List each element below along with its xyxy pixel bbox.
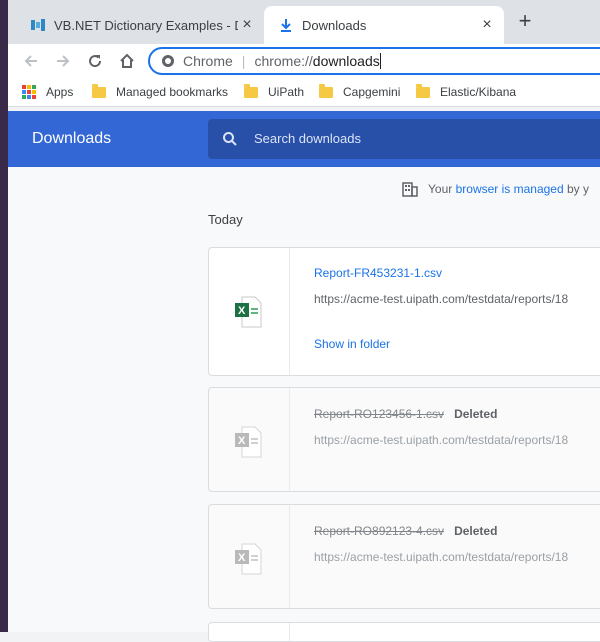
bookmarks-bar: Apps Managed bookmarks UiPath Capgemini … — [8, 78, 600, 107]
date-section-label: Today — [208, 212, 243, 227]
bookmark-label: Capgemini — [343, 85, 401, 99]
tab-title: VB.NET Dictionary Examples - Do — [54, 17, 238, 33]
desktop-edge — [0, 0, 8, 632]
svg-text:X: X — [238, 435, 246, 447]
managed-prefix: Your — [428, 182, 456, 196]
download-filename: Report-RO892123-4.csv Deleted — [314, 524, 497, 538]
bookmark-label: UiPath — [268, 85, 305, 99]
bookmark-uipath[interactable]: UiPath — [244, 83, 304, 101]
svg-text:X: X — [238, 552, 246, 564]
downloads-list-area: Your browser is managed by y Today X Rep… — [8, 167, 600, 642]
managed-link[interactable]: browser is managed — [456, 182, 564, 196]
download-icon-column: X — [209, 248, 290, 375]
forward-arrow-icon — [57, 55, 70, 67]
site-chip: Chrome — [183, 53, 233, 69]
download-icon — [281, 19, 291, 32]
folder-icon — [92, 83, 106, 98]
back-arrow-icon — [24, 55, 37, 67]
managed-browser-notice: Your browser is managed by y — [402, 181, 589, 197]
site-favicon-icon — [31, 19, 45, 31]
download-source-url[interactable]: https://acme-test.uipath.com/testdata/re… — [314, 433, 568, 447]
search-downloads-input[interactable]: Search downloads — [208, 119, 600, 159]
chrome-icon — [162, 55, 174, 67]
back-button[interactable] — [18, 48, 44, 74]
folder-icon — [319, 83, 333, 98]
download-icon-column: X — [209, 505, 290, 608]
bookmark-managed-bookmarks[interactable]: Managed bookmarks — [92, 83, 228, 101]
tab-strip: VB.NET Dictionary Examples - Do × Downlo… — [8, 0, 600, 44]
search-placeholder: Search downloads — [254, 131, 361, 146]
home-icon — [120, 53, 134, 68]
excel-file-icon: X — [235, 543, 262, 575]
download-icon-column — [209, 623, 290, 641]
tab-vbnet-dictionary[interactable]: VB.NET Dictionary Examples - Do × — [16, 6, 264, 44]
download-item — [208, 622, 600, 642]
reload-icon — [89, 55, 102, 68]
tab-close-icon[interactable]: × — [478, 16, 496, 34]
status-badge: Deleted — [454, 407, 498, 421]
folder-icon — [416, 83, 430, 98]
download-filename-link[interactable]: Report-FR453231-1.csv — [314, 266, 442, 280]
downloads-header: Downloads Search downloads — [8, 111, 600, 167]
excel-file-icon: X — [235, 296, 262, 328]
bookmark-capgemini[interactable]: Capgemini — [319, 83, 400, 101]
folder-icon — [244, 83, 258, 98]
show-in-folder-link[interactable]: Show in folder — [314, 337, 390, 351]
deleted-filename: Report-RO123456-1.csv — [314, 407, 445, 421]
download-item: X Report-RO892123-4.csv Deleted https://a… — [208, 504, 600, 609]
managed-suffix: by y — [563, 182, 589, 196]
deleted-filename: Report-RO892123-4.csv — [314, 524, 445, 538]
excel-file-icon: X — [235, 426, 262, 458]
address-bar[interactable]: Chrome | chrome://downloads — [148, 47, 600, 75]
download-item: X Report-FR453231-1.csv https://acme-tes… — [208, 247, 600, 376]
home-button[interactable] — [114, 48, 140, 74]
new-tab-button[interactable]: + — [514, 10, 536, 32]
reload-button[interactable] — [82, 48, 108, 74]
bookmark-label: Managed bookmarks — [116, 85, 229, 99]
bookmark-elastic-kibana[interactable]: Elastic/Kibana — [416, 83, 516, 101]
status-badge: Deleted — [454, 524, 498, 538]
omnibox-separator: | — [241, 53, 246, 69]
tab-close-icon[interactable]: × — [238, 16, 256, 34]
page-title: Downloads — [32, 130, 112, 147]
apps-grid-icon — [22, 85, 36, 99]
download-source-url[interactable]: https://acme-test.uipath.com/testdata/re… — [314, 292, 568, 306]
bookmark-label: Elastic/Kibana — [440, 85, 517, 99]
url-scheme: chrome:// — [254, 53, 313, 69]
bookmark-label: Apps — [46, 85, 74, 99]
bookmark-apps[interactable]: Apps — [22, 83, 73, 101]
svg-text:X: X — [238, 305, 246, 317]
download-filename: Report-RO123456-1.csv Deleted — [314, 407, 497, 421]
forward-button[interactable] — [50, 48, 76, 74]
download-source-url[interactable]: https://acme-test.uipath.com/testdata/re… — [314, 550, 568, 564]
search-icon — [223, 132, 237, 146]
tab-downloads[interactable]: Downloads × — [264, 6, 504, 44]
download-item: X Report-RO123456-1.csv Deleted https://a… — [208, 387, 600, 492]
download-icon-column: X — [209, 388, 290, 491]
url-path: downloads — [312, 53, 381, 69]
building-icon — [402, 182, 418, 197]
tab-title: Downloads — [302, 17, 367, 33]
browser-toolbar: Chrome | chrome://downloads — [8, 44, 600, 78]
